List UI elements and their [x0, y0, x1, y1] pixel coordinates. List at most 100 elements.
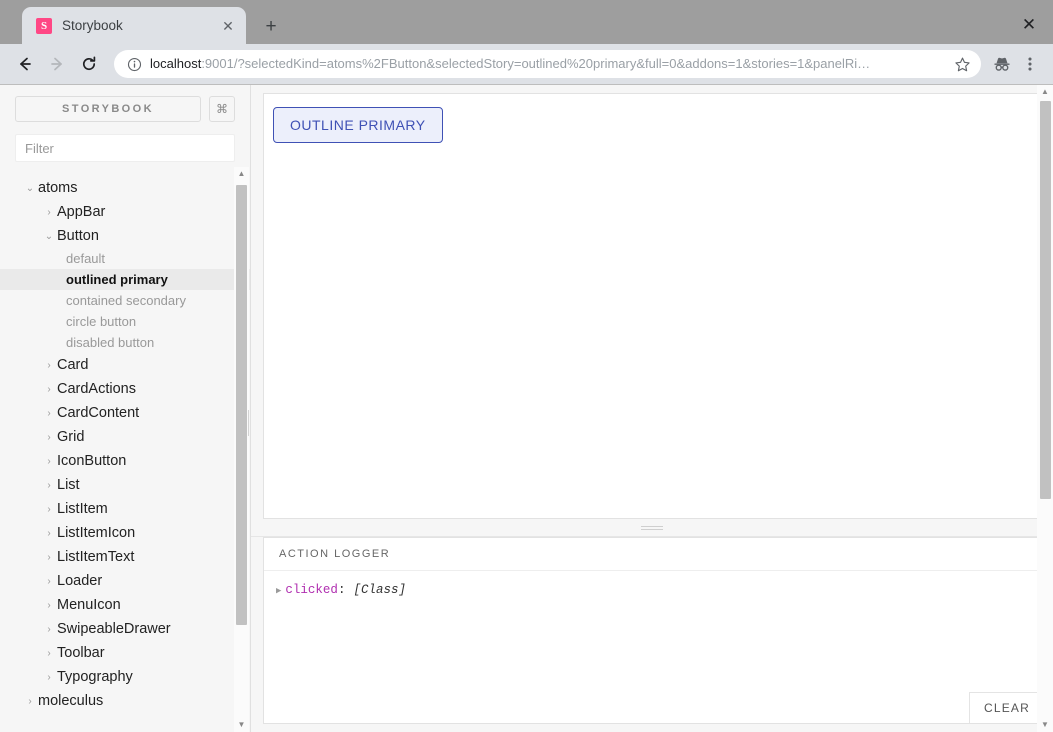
preview-scroll-track[interactable]	[1038, 99, 1053, 718]
window-close-icon[interactable]: ✕	[1015, 10, 1043, 38]
tree-node-button[interactable]: ⌄ Button	[22, 224, 234, 248]
chevron-right-icon[interactable]: ›	[41, 600, 57, 611]
preview-scroll-thumb[interactable]	[1039, 101, 1051, 499]
chevron-right-icon[interactable]: ›	[22, 696, 38, 707]
tree-node-list[interactable]: › List	[22, 473, 234, 497]
tree-node-cardactions[interactable]: › CardActions	[22, 377, 234, 401]
tree-node-grid[interactable]: › Grid	[22, 425, 234, 449]
chevron-right-icon[interactable]: ›	[41, 207, 57, 218]
tree-node-menuicon[interactable]: › MenuIcon	[22, 593, 234, 617]
chevron-right-icon[interactable]: ›	[41, 624, 57, 635]
tree-node-listitemtext[interactable]: › ListItemText	[22, 545, 234, 569]
chevron-down-icon[interactable]: ⌄	[22, 183, 38, 194]
tree-node-toolbar[interactable]: › Toolbar	[22, 641, 234, 665]
browser-tab-storybook[interactable]: S Storybook ✕	[22, 7, 246, 44]
tree-node-label: List	[57, 477, 80, 493]
story-item-disabled-button[interactable]: disabled button	[0, 332, 250, 353]
preview-scroll-up-icon[interactable]: ▲	[1041, 85, 1049, 99]
sidebar-header: STORYBOOK ⌘	[0, 85, 250, 122]
story-item-default[interactable]: default	[0, 248, 250, 269]
tree-node-label: Button	[57, 228, 99, 244]
chevron-right-icon[interactable]: ›	[41, 528, 57, 539]
tree-node-card[interactable]: › Card	[22, 353, 234, 377]
storybook-sidebar: STORYBOOK ⌘ ⌄atoms›AppBar⌄Buttondefaulto…	[0, 85, 252, 732]
sidebar-scrollbar[interactable]: ▲ ▼	[234, 167, 249, 732]
tree-node-listitem[interactable]: › ListItem	[22, 497, 234, 521]
chevron-right-icon[interactable]: ›	[41, 648, 57, 659]
chevron-down-icon[interactable]: ⌄	[41, 231, 57, 242]
filter-field[interactable]	[15, 134, 235, 162]
action-name: clicked	[285, 583, 338, 597]
reload-icon[interactable]	[74, 49, 104, 79]
panel-resize-handle[interactable]	[251, 519, 1053, 537]
chevron-right-icon[interactable]: ›	[41, 432, 57, 443]
preview-scroll-down-icon[interactable]: ▼	[1041, 718, 1049, 732]
story-item-outlined-primary[interactable]: outlined primary	[0, 269, 250, 290]
tab-strip: S Storybook ✕ + ✕	[0, 0, 1053, 44]
browser-toolbar: localhost:9001/?selectedKind=atoms%2FBut…	[0, 44, 1053, 84]
tree-node-label: IconButton	[57, 453, 127, 469]
filter-input[interactable]	[25, 140, 225, 156]
shortcuts-icon[interactable]: ⌘	[209, 96, 235, 122]
back-icon[interactable]	[10, 49, 40, 79]
chevron-right-icon[interactable]: ›	[41, 384, 57, 395]
tree-node-label: Loader	[57, 573, 103, 589]
tree-node-label: Grid	[57, 429, 85, 445]
tree-node-loader[interactable]: › Loader	[22, 569, 234, 593]
tab-action-logger[interactable]: ACTION LOGGER	[264, 538, 405, 571]
address-bar[interactable]: localhost:9001/?selectedKind=atoms%2FBut…	[114, 50, 981, 78]
action-colon: :	[337, 583, 346, 597]
chevron-right-icon[interactable]: ›	[41, 456, 57, 467]
chevron-right-icon[interactable]: ›	[41, 672, 57, 683]
preview-area: OUTLINE PRIMARY	[251, 85, 1053, 519]
clear-button[interactable]: CLEAR	[968, 692, 1044, 723]
browser-window: S Storybook ✕ + ✕ localhost:9001/?select…	[0, 0, 1053, 732]
storybook-app: STORYBOOK ⌘ ⌄atoms›AppBar⌄Buttondefaulto…	[0, 84, 1053, 732]
sidebar-scroll-up-icon[interactable]: ▲	[238, 167, 246, 181]
chevron-right-icon[interactable]: ›	[41, 480, 57, 491]
tree-node-label: ListItem	[57, 501, 108, 517]
url-host: localhost	[150, 56, 202, 71]
tree-node-iconbutton[interactable]: › IconButton	[22, 449, 234, 473]
grip-icon	[641, 525, 663, 530]
action-log-row[interactable]: ▶ clicked : [Class]	[276, 581, 1032, 599]
tree-node-listitemicon[interactable]: › ListItemIcon	[22, 521, 234, 545]
expand-caret-icon[interactable]: ▶	[276, 586, 281, 596]
preview-scrollbar[interactable]: ▲ ▼	[1037, 85, 1053, 732]
tree-node-cardcontent[interactable]: › CardContent	[22, 401, 234, 425]
tree-node-moleculus[interactable]: › moleculus	[22, 689, 234, 713]
storybook-favicon: S	[36, 17, 52, 34]
new-tab-button[interactable]: +	[252, 10, 290, 42]
incognito-icon[interactable]	[989, 51, 1015, 77]
tree-node-label: ListItemText	[57, 549, 135, 565]
sidebar-scroll-track[interactable]	[234, 181, 249, 718]
action-logger-body: ▶ clicked : [Class]	[264, 571, 1044, 723]
outline-primary-button[interactable]: OUTLINE PRIMARY	[273, 107, 443, 143]
story-item-circle-button[interactable]: circle button	[0, 311, 250, 332]
tree-node-swipeabledrawer[interactable]: › SwipeableDrawer	[22, 617, 234, 641]
tree-node-atoms[interactable]: ⌄ atoms	[22, 176, 234, 200]
tree-node-label: Card	[57, 357, 89, 373]
chevron-right-icon[interactable]: ›	[41, 408, 57, 419]
chevron-right-icon[interactable]: ›	[41, 552, 57, 563]
tree-node-typography[interactable]: › Typography	[22, 665, 234, 689]
url-path: :9001/?selectedKind=atoms%2FButton&selec…	[201, 56, 871, 71]
close-tab-icon[interactable]: ✕	[218, 16, 238, 36]
tree-node-label: CardContent	[57, 405, 140, 421]
tree-node-label: atoms	[38, 180, 78, 196]
chevron-right-icon[interactable]: ›	[41, 360, 57, 371]
tree-node-appbar[interactable]: › AppBar	[22, 200, 234, 224]
tree-node-label: ListItemIcon	[57, 525, 136, 541]
addons-panel: ACTION LOGGER ▶ clicked : [Class] CLEAR	[263, 537, 1045, 724]
tree-node-label: Toolbar	[57, 645, 105, 661]
site-info-icon[interactable]	[126, 51, 142, 77]
browser-menu-icon[interactable]	[1017, 51, 1043, 77]
chevron-right-icon[interactable]: ›	[41, 576, 57, 587]
chevron-right-icon[interactable]: ›	[41, 504, 57, 515]
storybook-brand[interactable]: STORYBOOK	[15, 96, 201, 122]
bookmark-star-icon[interactable]	[949, 51, 975, 77]
tree-node-label: moleculus	[38, 693, 104, 709]
sidebar-scroll-down-icon[interactable]: ▼	[238, 718, 246, 732]
story-item-contained-secondary[interactable]: contained secondary	[0, 290, 250, 311]
grip-line	[247, 410, 249, 436]
